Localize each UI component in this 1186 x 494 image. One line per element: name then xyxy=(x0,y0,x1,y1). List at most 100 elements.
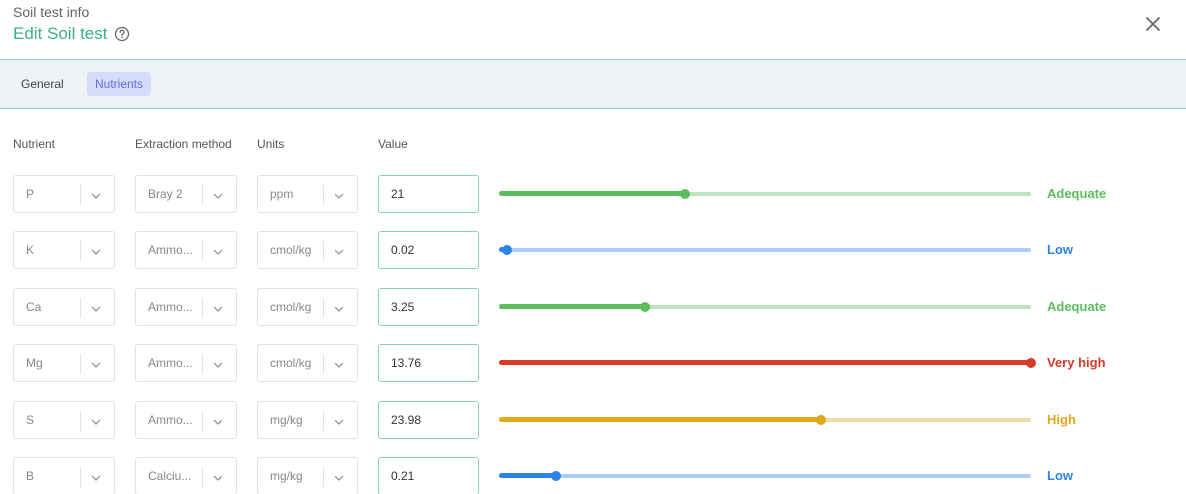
extraction-method-select[interactable]: Bray 2 xyxy=(135,175,237,213)
slider-thumb[interactable] xyxy=(816,415,826,425)
nutrient-select-value: B xyxy=(26,469,35,483)
chevron-down-icon[interactable] xyxy=(333,471,345,483)
units-select-value: mg/kg xyxy=(270,413,303,427)
nutrient-row: Mg Ammo... cmol/kg Very high xyxy=(0,344,1186,382)
chevron-down-icon[interactable] xyxy=(90,358,102,370)
dialog-header: Soil test info Edit Soil test xyxy=(0,0,1186,60)
chevron-down-icon[interactable] xyxy=(90,302,102,314)
units-select-value: cmol/kg xyxy=(270,300,312,314)
slider-thumb[interactable] xyxy=(1026,358,1036,368)
extraction-method-select[interactable]: Ammo... xyxy=(135,401,237,439)
value-input[interactable] xyxy=(378,344,479,382)
select-separator xyxy=(80,411,81,431)
nutrient-select-value: Ca xyxy=(26,300,42,314)
tab-bar: General Nutrients xyxy=(0,60,1186,109)
nutrient-select-value: P xyxy=(26,187,35,201)
units-select-value: mg/kg xyxy=(270,469,303,483)
nutrient-row: S Ammo... mg/kg High xyxy=(0,401,1186,439)
chevron-down-icon[interactable] xyxy=(333,245,345,257)
units-select[interactable]: cmol/kg xyxy=(257,288,358,326)
units-select[interactable]: cmol/kg xyxy=(257,344,358,382)
slider-fill xyxy=(499,360,1031,365)
chevron-down-icon[interactable] xyxy=(90,415,102,427)
level-slider[interactable] xyxy=(499,189,1033,199)
close-icon[interactable] xyxy=(1143,14,1163,34)
units-select[interactable]: mg/kg xyxy=(257,401,358,439)
level-status: Very high xyxy=(1047,355,1106,370)
select-separator xyxy=(323,241,324,261)
nutrient-select-value: Mg xyxy=(26,356,43,370)
chevron-down-icon[interactable] xyxy=(212,415,224,427)
level-slider[interactable] xyxy=(499,302,1033,312)
nutrient-select[interactable]: S xyxy=(13,401,115,439)
chevron-down-icon[interactable] xyxy=(212,471,224,483)
extraction-method-select-value: Ammo... xyxy=(148,243,193,257)
level-slider[interactable] xyxy=(499,471,1033,481)
value-input[interactable] xyxy=(378,231,479,269)
select-separator xyxy=(80,241,81,261)
units-select[interactable]: ppm xyxy=(257,175,358,213)
nutrient-select[interactable]: K xyxy=(13,231,115,269)
value-input[interactable] xyxy=(378,401,479,439)
extraction-method-select[interactable]: Ammo... xyxy=(135,344,237,382)
select-separator xyxy=(80,354,81,374)
level-status: Adequate xyxy=(1047,299,1107,314)
column-header-extraction-method: Extraction method xyxy=(135,137,232,151)
nutrient-select[interactable]: Ca xyxy=(13,288,115,326)
chevron-down-icon[interactable] xyxy=(333,415,345,427)
units-select-value: ppm xyxy=(270,187,294,201)
level-slider[interactable] xyxy=(499,415,1033,425)
slider-thumb[interactable] xyxy=(551,471,561,481)
nutrient-row: K Ammo... cmol/kg Low xyxy=(0,231,1186,269)
slider-fill xyxy=(499,417,821,422)
level-slider[interactable] xyxy=(499,245,1033,255)
chevron-down-icon[interactable] xyxy=(333,189,345,201)
tab-nutrients[interactable]: Nutrients xyxy=(87,72,152,96)
column-header-units: Units xyxy=(257,137,285,151)
select-separator xyxy=(80,185,81,205)
chevron-down-icon[interactable] xyxy=(333,302,345,314)
dialog-title-text: Edit Soil test xyxy=(13,24,108,43)
slider-fill xyxy=(499,473,556,478)
level-status: Low xyxy=(1047,242,1073,257)
slider-fill xyxy=(499,304,645,309)
extraction-method-select-value: Calciu... xyxy=(148,469,192,483)
extraction-method-select[interactable]: Ammo... xyxy=(135,288,237,326)
units-select-value: cmol/kg xyxy=(270,243,312,257)
select-separator xyxy=(202,411,203,431)
tab-general[interactable]: General xyxy=(13,72,72,96)
chevron-down-icon[interactable] xyxy=(90,471,102,483)
slider-thumb[interactable] xyxy=(640,302,650,312)
question-circle-icon[interactable] xyxy=(114,26,130,42)
extraction-method-select[interactable]: Calciu... xyxy=(135,457,237,494)
chevron-down-icon[interactable] xyxy=(90,245,102,257)
chevron-down-icon[interactable] xyxy=(212,358,224,370)
chevron-down-icon[interactable] xyxy=(212,189,224,201)
units-select[interactable]: mg/kg xyxy=(257,457,358,494)
chevron-down-icon[interactable] xyxy=(90,189,102,201)
slider-thumb[interactable] xyxy=(502,245,512,255)
slider-track xyxy=(499,474,1031,478)
chevron-down-icon[interactable] xyxy=(333,358,345,370)
chevron-down-icon[interactable] xyxy=(212,245,224,257)
extraction-method-select-value: Ammo... xyxy=(148,356,193,370)
level-slider[interactable] xyxy=(499,358,1036,368)
chevron-down-icon[interactable] xyxy=(212,302,224,314)
select-separator xyxy=(323,185,324,205)
nutrient-select[interactable]: P xyxy=(13,175,115,213)
slider-thumb[interactable] xyxy=(680,189,690,199)
select-separator xyxy=(80,467,81,487)
value-input[interactable] xyxy=(378,288,479,326)
nutrient-select[interactable]: B xyxy=(13,457,115,494)
select-separator xyxy=(202,185,203,205)
select-separator xyxy=(80,298,81,318)
units-select[interactable]: cmol/kg xyxy=(257,231,358,269)
slider-fill xyxy=(499,191,685,196)
dialog-title: Edit Soil test xyxy=(13,24,130,44)
nutrient-select[interactable]: Mg xyxy=(13,344,115,382)
level-status: High xyxy=(1047,412,1076,427)
value-input[interactable] xyxy=(378,457,479,494)
level-status: Low xyxy=(1047,468,1073,483)
extraction-method-select[interactable]: Ammo... xyxy=(135,231,237,269)
value-input[interactable] xyxy=(378,175,479,213)
